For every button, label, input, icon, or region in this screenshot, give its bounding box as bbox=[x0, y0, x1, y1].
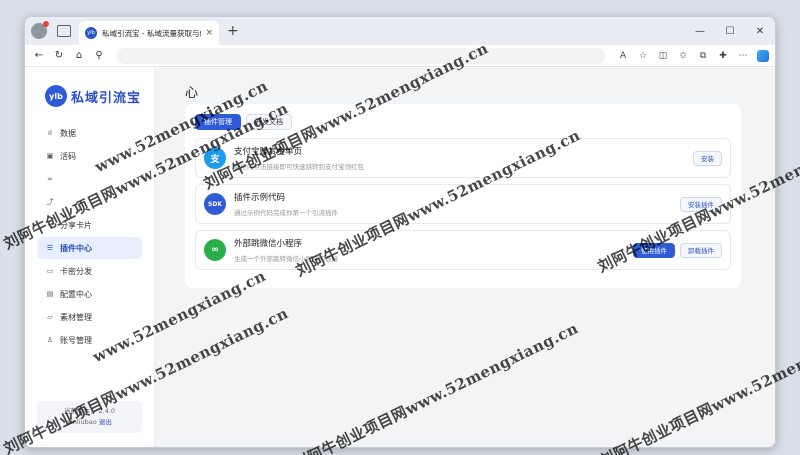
sidebar-item-data[interactable]: ıl 数据 bbox=[37, 122, 142, 144]
version-info: 当前版本： 2.4.0 yinliubao 退出 bbox=[37, 401, 142, 433]
app-logo[interactable]: ylb 私域引流宝 bbox=[25, 68, 154, 112]
tab-close-icon[interactable]: × bbox=[205, 28, 213, 38]
tab-plugin-management[interactable]: 插件管理 bbox=[195, 114, 241, 130]
tab-title: 私域引流宝 - 私域流量获取与绿色... bbox=[102, 28, 201, 38]
sidebar-item-materials[interactable]: ▱ 素材管理 bbox=[37, 306, 142, 328]
maximize-button[interactable]: ☐ bbox=[715, 26, 745, 37]
sidebar-item-label: 活码 bbox=[60, 151, 76, 161]
link-icon: ∞ bbox=[47, 175, 53, 183]
card-icon: ▭ bbox=[46, 267, 54, 275]
favicon-icon: ylb bbox=[85, 27, 97, 39]
plugin-card-sdk: SDK 插件示例代码 通过示例代码完成你第一个引流插件 安装插件 bbox=[195, 184, 731, 224]
plugin-name: 支付宝赚赏金单页 bbox=[234, 147, 303, 157]
sidebar-item-share-card[interactable]: ≺ 分享卡片 bbox=[37, 214, 142, 236]
copilot-icon[interactable] bbox=[757, 49, 769, 62]
sidebar-item-plugin-center[interactable]: ☰ 插件中心 bbox=[37, 237, 142, 259]
user-icon: ♙ bbox=[46, 336, 54, 344]
more-menu-icon[interactable]: ⋯ bbox=[735, 51, 751, 61]
main-content: 心 插件管理 开发文档 支 支付宝赚赏金单页 微信内点击链接即可快速跳转到支付宝… bbox=[155, 68, 775, 447]
sdk-icon: SDK bbox=[204, 193, 226, 215]
plugin-card-miniprogram: ∞ 外部跳微信小程序 生成一个外部跳转微信小程序的链接 使用插件 卸载插件 bbox=[195, 230, 731, 270]
sidebar-item-label: 卡密分发 bbox=[60, 266, 92, 276]
plugin-panel: 插件管理 开发文档 支 支付宝赚赏金单页 微信内点击链接即可快速跳转到支付宝领红… bbox=[185, 104, 741, 288]
logo-mark-icon: ylb bbox=[45, 85, 67, 107]
collections-icon[interactable]: ⧉ bbox=[695, 51, 711, 61]
tab-dev-docs[interactable]: 开发文档 bbox=[246, 114, 292, 130]
home-icon[interactable]: ⌂ bbox=[71, 50, 87, 61]
plugin-desc: 微信内点击链接即可快速跳转到支付宝领红包 bbox=[234, 163, 364, 171]
plugin-desc: 通过示例代码完成你第一个引流插件 bbox=[234, 209, 338, 217]
version-label: 当前版本： 2.4.0 bbox=[63, 407, 116, 415]
favorite-star-icon[interactable]: ☆ bbox=[635, 51, 651, 61]
plugin-name: 插件示例代码 bbox=[234, 193, 286, 203]
logo-name: 私域引流宝 bbox=[71, 90, 142, 106]
uninstall-plugin-button[interactable]: 卸载插件 bbox=[680, 242, 722, 258]
back-icon[interactable]: ← bbox=[31, 50, 47, 61]
refresh-icon[interactable]: ↻ bbox=[51, 50, 67, 61]
install-plugin-button[interactable]: 安装 bbox=[693, 150, 722, 166]
logout-link[interactable]: 退出 bbox=[99, 418, 112, 426]
plugin-name: 外部跳微信小程序 bbox=[234, 239, 303, 249]
sidebar-item-label: 账号管理 bbox=[60, 335, 92, 345]
search-icon[interactable]: ⚲ bbox=[91, 50, 107, 61]
config-icon: ▤ bbox=[46, 290, 54, 298]
new-tab-button[interactable]: + bbox=[227, 23, 239, 39]
profile-avatar-icon[interactable] bbox=[31, 21, 49, 39]
browser-tab[interactable]: ylb 私域引流宝 - 私域流量获取与绿色... × bbox=[79, 21, 219, 45]
split-screen-icon[interactable]: ◫ bbox=[655, 51, 671, 61]
plugin-tabs: 插件管理 开发文档 bbox=[195, 114, 731, 130]
chart-icon: ıl bbox=[48, 129, 52, 137]
sidebar-item-config[interactable]: ▤ 配置中心 bbox=[37, 283, 142, 305]
alipay-icon: 支 bbox=[204, 147, 226, 169]
sidebar-item-label: 数据 bbox=[60, 128, 76, 138]
sidebar-menu: ıl 数据 ▣ 活码 ∞ ⤴ ≺ 分享卡片 ☰ 插件中心 ▭ 卡密分发 ▤ 配置… bbox=[25, 122, 154, 351]
install-plugin-button[interactable]: 安装插件 bbox=[680, 196, 722, 212]
browser-window: ylb 私域引流宝 - 私域流量获取与绿色... × + — ☐ ✕ ← ↻ ⌂… bbox=[24, 16, 776, 448]
sidebar-item-label: 素材管理 bbox=[60, 312, 92, 322]
window-controls: — ☐ ✕ bbox=[685, 17, 775, 45]
sidebar-item-card-distribution[interactable]: ▭ 卡密分发 bbox=[37, 260, 142, 282]
extensions-icon[interactable]: ✚ bbox=[715, 51, 731, 61]
tab-actions-icon[interactable] bbox=[57, 25, 71, 37]
qrcode-icon: ▣ bbox=[46, 152, 54, 160]
tab-bar: ylb 私域引流宝 - 私域流量获取与绿色... × + — ☐ ✕ bbox=[25, 17, 775, 45]
sidebar-item-account[interactable]: ♙ 账号管理 bbox=[37, 329, 142, 351]
app-body: ylb 私域引流宝 ıl 数据 ▣ 活码 ∞ ⤴ ≺ 分享卡片 ☰ 插件中心 ▭… bbox=[25, 68, 775, 447]
address-bar[interactable] bbox=[117, 47, 605, 64]
minimize-button[interactable]: — bbox=[685, 26, 715, 37]
plugin-desc: 生成一个外部跳转微信小程序的链接 bbox=[234, 255, 338, 263]
folder-icon: ▱ bbox=[47, 313, 53, 321]
use-plugin-button[interactable]: 使用插件 bbox=[633, 242, 675, 258]
favorites-icon[interactable]: ✩ bbox=[675, 51, 691, 61]
page-title: 心 bbox=[185, 86, 199, 101]
browser-toolbar: ← ↻ ⌂ ⚲ A ☆ ◫ ✩ ⧉ ✚ ⋯ bbox=[25, 45, 775, 67]
username: yinliubao bbox=[67, 418, 97, 426]
plugin-card-alipay: 支 支付宝赚赏金单页 微信内点击链接即可快速跳转到支付宝领红包 安装 bbox=[195, 138, 731, 178]
sidebar-item-label: 配置中心 bbox=[60, 289, 92, 299]
miniprogram-icon: ∞ bbox=[204, 239, 226, 261]
sidebar-item-shortlink[interactable]: ⤴ bbox=[37, 191, 142, 213]
sidebar-item-link[interactable]: ∞ bbox=[37, 168, 142, 190]
sidebar-item-label: 插件中心 bbox=[60, 243, 92, 253]
share-icon: ≺ bbox=[47, 221, 53, 229]
shortlink-icon: ⤴ bbox=[46, 198, 54, 206]
sidebar-item-label: 分享卡片 bbox=[60, 220, 92, 230]
read-aloud-icon[interactable]: A bbox=[615, 51, 631, 61]
sidebar-item-qrcode[interactable]: ▣ 活码 bbox=[37, 145, 142, 167]
plugin-icon: ☰ bbox=[46, 244, 54, 252]
close-window-button[interactable]: ✕ bbox=[745, 26, 775, 37]
sidebar: ylb 私域引流宝 ıl 数据 ▣ 活码 ∞ ⤴ ≺ 分享卡片 ☰ 插件中心 ▭… bbox=[25, 68, 155, 447]
